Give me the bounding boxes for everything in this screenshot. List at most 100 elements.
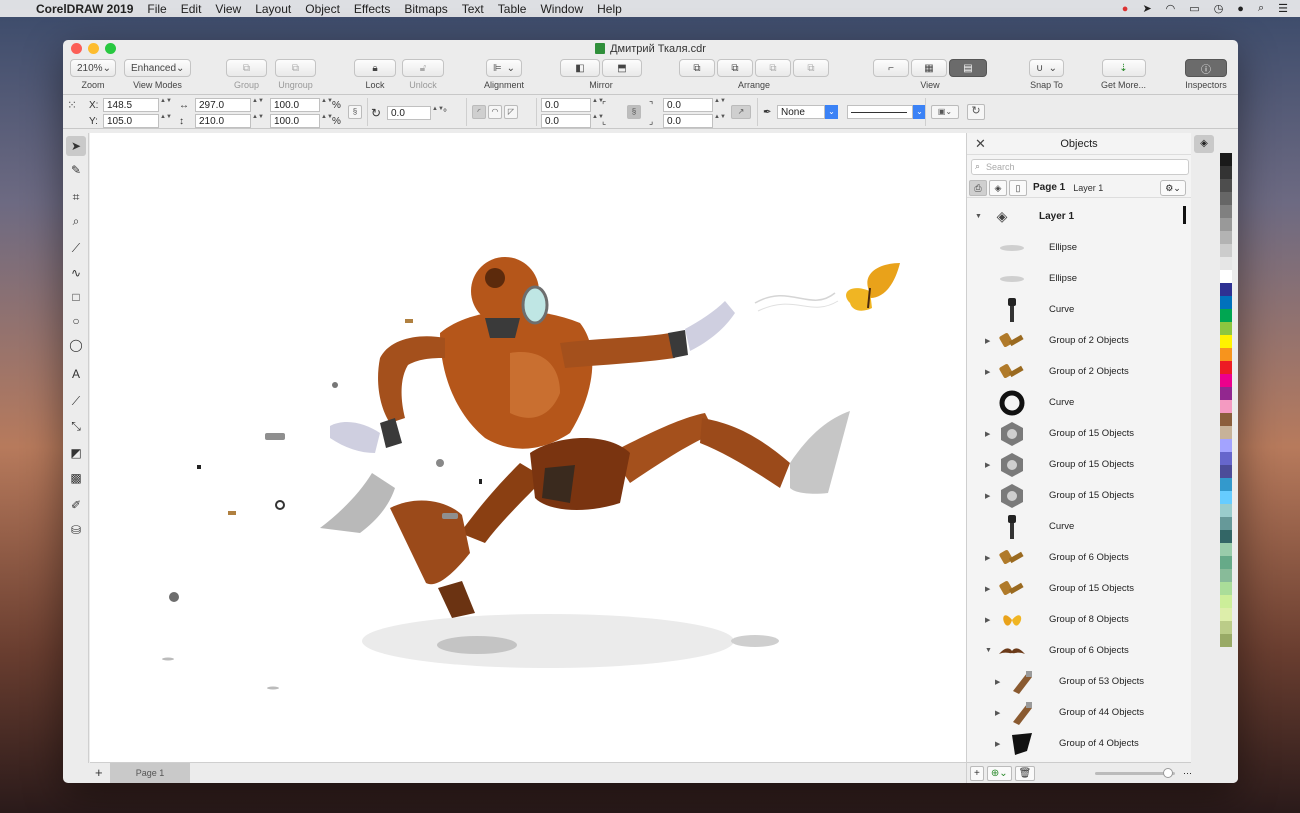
color-swatch[interactable] bbox=[1220, 634, 1232, 647]
grid-button[interactable]: ▦ bbox=[911, 59, 947, 77]
floating-fragment[interactable] bbox=[197, 465, 201, 469]
page-view-button[interactable]: ⎙ bbox=[969, 179, 987, 196]
object-row[interactable]: ▼ Group of 6 Objects bbox=[967, 635, 1189, 666]
object-row[interactable]: ▶ Group of 15 Objects bbox=[967, 573, 1189, 604]
corner-d-field[interactable]: 0.0 bbox=[663, 114, 713, 128]
color-swatch[interactable] bbox=[1220, 322, 1232, 335]
fill-tool-icon[interactable]: ⛁ bbox=[66, 520, 86, 540]
new-layer-button[interactable]: + bbox=[970, 765, 984, 781]
color-swatch[interactable] bbox=[1220, 244, 1232, 257]
color-swatch[interactable] bbox=[1220, 504, 1232, 517]
corner-c-field[interactable]: 0.0 bbox=[663, 98, 713, 112]
color-swatch[interactable] bbox=[1220, 439, 1232, 452]
shadow-ellipse-right[interactable] bbox=[731, 635, 779, 647]
connector-tool-icon[interactable]: ⤡ bbox=[66, 416, 86, 436]
delete-button[interactable]: 🗑︎ bbox=[1014, 765, 1036, 781]
expand-arrow-icon[interactable]: ▶ bbox=[985, 616, 990, 624]
relative-scale-button[interactable]: ↗ bbox=[731, 105, 751, 119]
unlock-button[interactable]: 🔓︎ bbox=[402, 59, 444, 77]
docker-options-button[interactable]: ⚙⌄ bbox=[1160, 179, 1186, 196]
color-swatch[interactable] bbox=[1220, 387, 1232, 400]
menu-edit[interactable]: Edit bbox=[181, 2, 202, 16]
rotation-field[interactable]: 0.0 bbox=[387, 106, 431, 120]
current-page-button[interactable]: ▯ bbox=[1009, 179, 1027, 196]
minimize-window-button[interactable] bbox=[88, 43, 99, 54]
x-spinner[interactable]: ▲▼ bbox=[160, 98, 172, 112]
outline-width-select[interactable]: None bbox=[777, 105, 825, 119]
color-swatch[interactable] bbox=[1220, 543, 1232, 556]
corner-lock-button[interactable]: § bbox=[627, 105, 641, 119]
color-swatch[interactable] bbox=[1220, 556, 1232, 569]
clock-icon[interactable]: ◷ bbox=[1214, 2, 1224, 15]
polygon-tool-icon[interactable]: ◯ bbox=[66, 335, 86, 355]
floating-screw[interactable] bbox=[265, 433, 285, 440]
floating-fragment[interactable] bbox=[162, 657, 174, 661]
object-row[interactable]: ▶ Group of 15 Objects bbox=[967, 449, 1189, 480]
layer-view-button[interactable]: ◈ bbox=[989, 179, 1007, 196]
expand-arrow-icon[interactable]: ▶ bbox=[985, 554, 990, 562]
scale-y-spinner[interactable]: ▲▼ bbox=[321, 114, 333, 128]
color-swatch[interactable] bbox=[1220, 465, 1232, 478]
color-swatch[interactable] bbox=[1220, 608, 1232, 621]
color-swatch[interactable] bbox=[1220, 166, 1232, 179]
object-row[interactable]: ▶ Group of 15 Objects bbox=[967, 418, 1189, 449]
user-icon[interactable]: ● bbox=[1237, 3, 1244, 15]
expand-arrow-icon[interactable]: ▶ bbox=[985, 368, 990, 376]
forward-one-button[interactable]: ⧉ bbox=[755, 59, 791, 77]
object-row[interactable]: ▶ Group of 2 Objects bbox=[967, 325, 1189, 356]
color-swatch[interactable] bbox=[1220, 192, 1232, 205]
eyedropper-tool-icon[interactable]: ✐ bbox=[66, 495, 86, 515]
ungroup-button[interactable]: ⧉ bbox=[275, 59, 316, 77]
lock-button[interactable]: 🔒︎ bbox=[354, 59, 396, 77]
snap-to-button[interactable]: ∪ ⌄ bbox=[1029, 59, 1064, 77]
objects-inspector-tab[interactable]: ◈ bbox=[1194, 135, 1214, 153]
mirror-horizontal-button[interactable]: ◧ bbox=[560, 59, 600, 77]
corner-d-spinner[interactable]: ▲▼ bbox=[714, 114, 726, 128]
object-row[interactable]: ▶ Group of 2 Objects bbox=[967, 356, 1189, 387]
menu-file[interactable]: File bbox=[147, 2, 166, 16]
width-field[interactable]: 297.0 bbox=[195, 98, 251, 112]
expand-arrow-icon[interactable]: ▶ bbox=[995, 709, 1000, 717]
notification-center-icon[interactable]: ☰ bbox=[1278, 2, 1288, 15]
menu-object[interactable]: Object bbox=[305, 2, 340, 16]
expand-arrow-icon[interactable]: ▶ bbox=[995, 740, 1000, 748]
menu-help[interactable]: Help bbox=[597, 2, 622, 16]
object-row[interactable]: ▶ Group of 44 Objects bbox=[967, 697, 1189, 728]
color-swatch[interactable] bbox=[1220, 374, 1232, 387]
object-row[interactable]: Curve bbox=[967, 294, 1189, 325]
x-position-field[interactable]: 148.5 bbox=[103, 98, 159, 112]
menu-text[interactable]: Text bbox=[462, 2, 484, 16]
lock-ratio-button[interactable]: § bbox=[348, 105, 362, 119]
floating-bolt[interactable] bbox=[405, 319, 413, 323]
height-spinner[interactable]: ▲▼ bbox=[252, 114, 264, 128]
color-swatch[interactable] bbox=[1220, 348, 1232, 361]
pick-tool-icon[interactable]: ➤ bbox=[66, 136, 86, 156]
get-more-button[interactable]: ⇣ bbox=[1101, 59, 1146, 77]
anchor-selector[interactable]: ⁙ bbox=[67, 98, 77, 112]
corner-chamfer-button[interactable]: ◸ bbox=[504, 105, 518, 119]
floating-nut[interactable] bbox=[169, 592, 179, 602]
y-spinner[interactable]: ▲▼ bbox=[160, 114, 172, 128]
inspectors-button[interactable]: ⓘ bbox=[1185, 59, 1227, 77]
color-swatch[interactable] bbox=[1220, 400, 1232, 413]
color-swatch[interactable] bbox=[1220, 296, 1232, 309]
menu-bitmaps[interactable]: Bitmaps bbox=[404, 2, 447, 16]
color-swatch[interactable] bbox=[1220, 309, 1232, 322]
line-style-select[interactable] bbox=[847, 105, 913, 119]
color-swatch[interactable] bbox=[1220, 257, 1232, 270]
expand-arrow-icon[interactable]: ▶ bbox=[985, 492, 990, 500]
width-spinner[interactable]: ▲▼ bbox=[252, 98, 264, 112]
location-icon[interactable]: ➤ bbox=[1142, 2, 1151, 15]
rectangle-tool-icon[interactable]: □ bbox=[66, 287, 86, 307]
color-swatch[interactable] bbox=[1220, 218, 1232, 231]
to-front-button[interactable]: ⧉ bbox=[679, 59, 715, 77]
menu-window[interactable]: Window bbox=[540, 2, 583, 16]
object-row[interactable]: Ellipse bbox=[967, 232, 1189, 263]
floating-nut[interactable] bbox=[332, 382, 338, 388]
object-row[interactable]: ▶ Group of 8 Objects bbox=[967, 604, 1189, 635]
object-row[interactable]: Ellipse bbox=[967, 263, 1189, 294]
back-one-button[interactable]: ⧉ bbox=[793, 59, 829, 77]
color-swatch[interactable] bbox=[1220, 595, 1232, 608]
refresh-button[interactable]: ↻ bbox=[967, 104, 985, 120]
floating-screw[interactable] bbox=[442, 513, 458, 519]
